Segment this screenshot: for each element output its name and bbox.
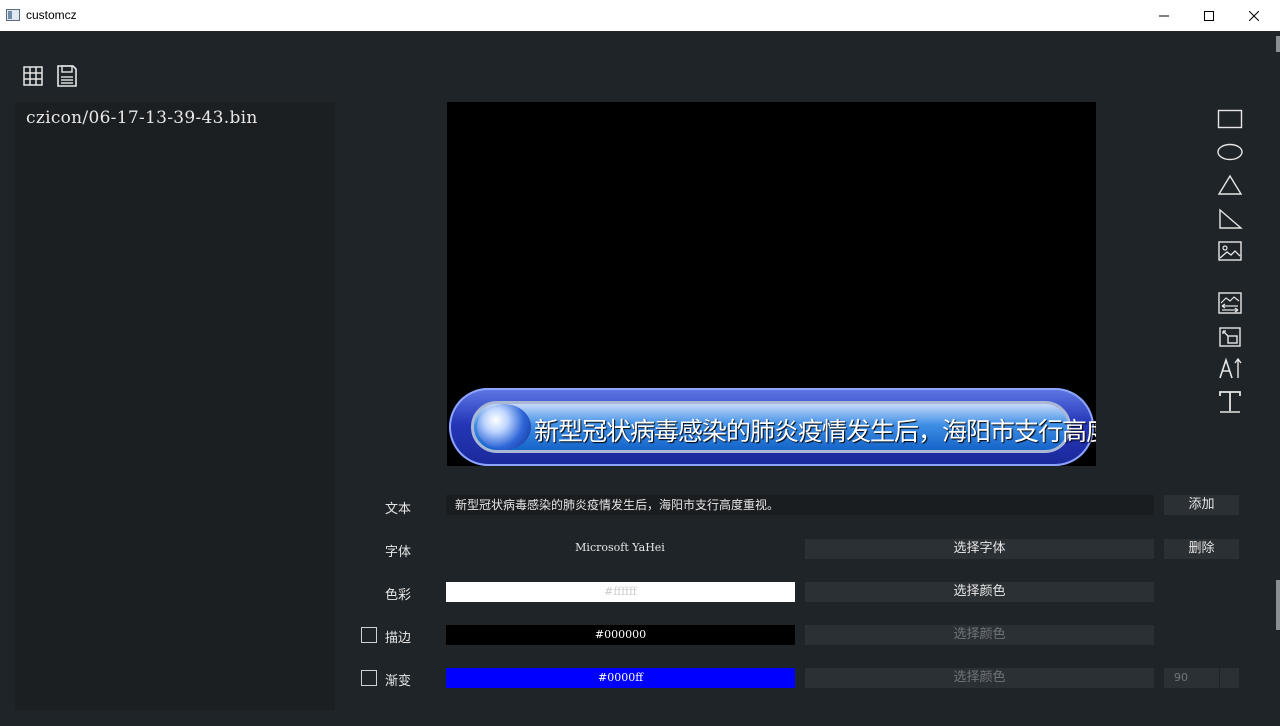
choose-font-button[interactable]: 选择字体 (805, 539, 1154, 559)
image-tool[interactable] (1216, 238, 1244, 264)
image-layer-icon (1219, 327, 1241, 347)
preview-canvas[interactable]: 新型冠状病毒感染的肺炎疫情发生后，海阳市支行高度重视。 (447, 102, 1096, 466)
right-triangle-icon (1219, 208, 1243, 229)
close-icon (1249, 10, 1259, 21)
triangle-tool[interactable] (1216, 172, 1244, 198)
stroke-color-swatch[interactable]: #000000 (446, 625, 795, 645)
image-layer-tool[interactable] (1216, 324, 1244, 350)
grid-button[interactable] (21, 64, 45, 88)
grid-icon (23, 66, 43, 86)
vertical-text-icon (1219, 357, 1242, 379)
font-name-display: Microsoft YaHei (575, 541, 665, 554)
ellipse-icon (1217, 143, 1243, 161)
right-triangle-tool[interactable] (1216, 206, 1244, 232)
minimize-icon (1159, 15, 1169, 16)
globe-icon (477, 404, 531, 450)
gradient-color-swatch[interactable]: #0000ff (446, 668, 795, 688)
stroke-choose-color-button[interactable]: 选择颜色 (805, 625, 1154, 645)
banner-text[interactable]: 新型冠状病毒感染的肺炎疫情发生后，海阳市支行高度重视。 (534, 412, 1096, 448)
maximize-icon (1204, 10, 1214, 21)
font-label: 字体 (385, 545, 412, 560)
text-field[interactable]: 新型冠状病毒感染的肺炎疫情发生后，海阳市支行高度重视。 (446, 495, 1154, 515)
delete-button[interactable]: 删除 (1164, 539, 1239, 559)
text-label: 文本 (385, 502, 412, 517)
file-list: czicon/06-17-13-39-43.bin (15, 102, 335, 710)
minimize-button[interactable] (1141, 0, 1187, 31)
maximize-button[interactable] (1186, 0, 1232, 31)
close-button[interactable] (1231, 0, 1277, 31)
scrollbar-marker (1276, 580, 1280, 630)
save-button[interactable] (55, 64, 79, 88)
gradient-checkbox[interactable] (361, 670, 377, 686)
rectangle-tool[interactable] (1216, 106, 1244, 132)
vertical-text-tool[interactable] (1216, 356, 1244, 382)
rectangle-icon (1217, 109, 1243, 129)
scrollbar-marker (1276, 36, 1280, 52)
app-icon (6, 9, 20, 21)
gradient-angle-value: 90 (1174, 671, 1188, 684)
add-button[interactable]: 添加 (1164, 495, 1239, 515)
triangle-icon (1217, 174, 1243, 195)
image-slideshow-icon (1218, 292, 1242, 314)
gradient-label: 渐变 (385, 674, 412, 689)
title-bar: customcz (0, 0, 1280, 31)
color-label: 色彩 (385, 588, 412, 603)
window-title: customcz (26, 8, 77, 22)
gradient-choose-color-button[interactable]: 选择颜色 (805, 668, 1154, 688)
save-icon (57, 65, 77, 87)
spin-arrows-icon[interactable] (1219, 668, 1239, 688)
fill-color-swatch[interactable]: #ffffff (446, 582, 795, 602)
gradient-angle-spinbox[interactable]: 90 (1164, 668, 1239, 688)
text-icon (1219, 391, 1241, 413)
stroke-label: 描边 (385, 631, 412, 646)
banner-graphic[interactable]: 新型冠状病毒感染的肺炎疫情发生后，海阳市支行高度重视。 (449, 388, 1096, 466)
ellipse-tool[interactable] (1216, 139, 1244, 165)
stroke-checkbox[interactable] (361, 627, 377, 643)
choose-color-button[interactable]: 选择颜色 (805, 582, 1154, 602)
file-list-item[interactable]: czicon/06-17-13-39-43.bin (26, 108, 258, 128)
image-slideshow-tool[interactable] (1216, 290, 1244, 316)
image-icon (1218, 241, 1242, 261)
text-tool[interactable] (1216, 389, 1244, 415)
